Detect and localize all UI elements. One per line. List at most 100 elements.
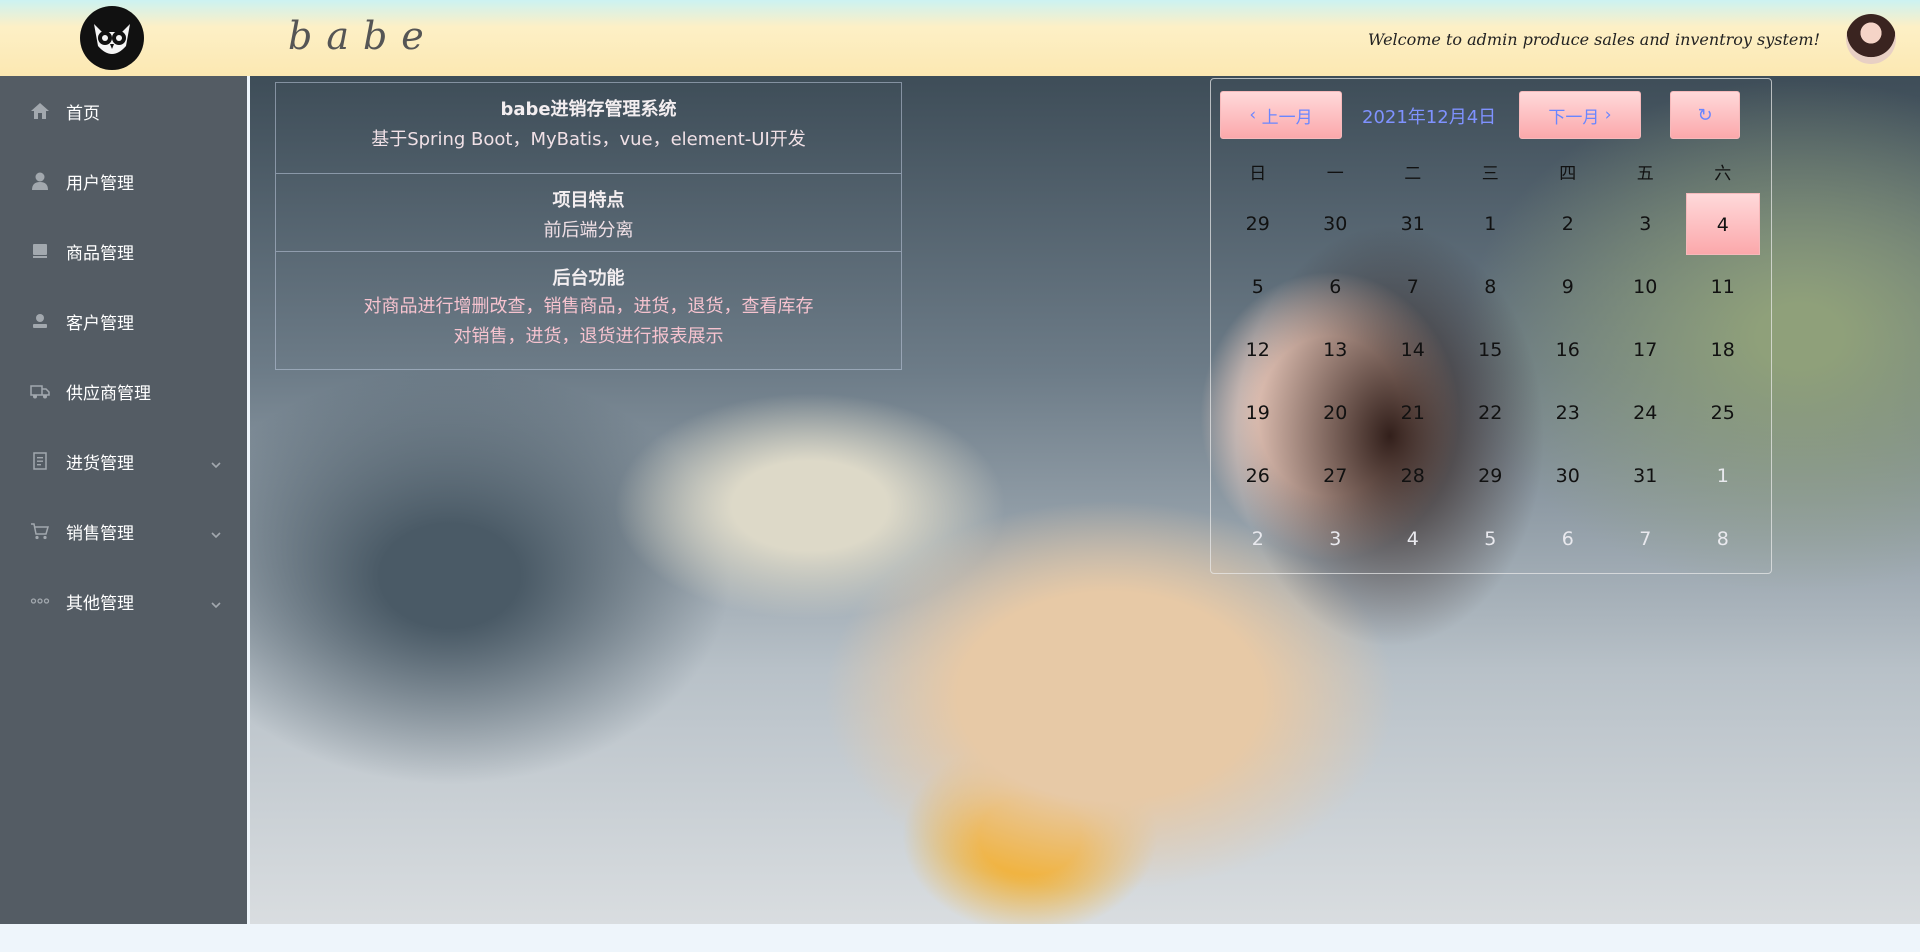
calendar-day-next-month[interactable]: 7 <box>1607 508 1685 571</box>
weekday-label: 四 <box>1559 164 1577 184</box>
calendar-day[interactable]: 12 <box>1219 319 1297 382</box>
calendar-day[interactable]: 5 <box>1219 256 1297 319</box>
calendar-day[interactable]: 7 <box>1374 256 1452 319</box>
sidebar-item-users[interactable]: 用户管理 <box>0 146 247 216</box>
next-month-button[interactable]: 下一月 › <box>1519 91 1641 139</box>
user-icon <box>30 171 50 191</box>
calendar-day[interactable]: 3 <box>1607 193 1685 256</box>
sidebar-item-customers[interactable]: 客户管理 <box>0 286 247 356</box>
calendar-day[interactable]: 1 <box>1452 193 1530 256</box>
customer-icon <box>30 311 50 331</box>
weekday-label: 五 <box>1636 164 1654 184</box>
chevron-down-icon <box>211 595 221 609</box>
calendar-day-next-month[interactable]: 3 <box>1297 508 1375 571</box>
calendar-week-row: 29 30 31 1 2 3 4 <box>1219 193 1762 256</box>
top-header: babe Welcome to admin produce sales and … <box>0 0 1920 76</box>
calendar-day[interactable]: 8 <box>1452 256 1530 319</box>
weekday-label: 三 <box>1481 164 1499 184</box>
weekday-header-row: 日 一 二 三 四 五 六 <box>1219 155 1762 193</box>
calendar: ‹ 上一月 2021年12月4日 下一月 › ↻ 日 一 二 三 四 五 六 2… <box>1210 78 1772 574</box>
goods-icon <box>30 241 50 261</box>
features-text: 前后端分离 <box>543 220 634 241</box>
calendar-day[interactable]: 31 <box>1374 193 1452 256</box>
refresh-icon: ↻ <box>1697 104 1713 126</box>
backend-heading: 后台功能 <box>552 268 625 289</box>
info-backend-row: 后台功能 对商品进行增删改查，销售商品，进货，退货，查看库存 对销售，进货，退货… <box>276 252 901 350</box>
document-icon <box>30 451 50 471</box>
calendar-day[interactable]: 22 <box>1452 382 1530 445</box>
calendar-day[interactable]: 9 <box>1529 256 1607 319</box>
sidebar-item-label: 客户管理 <box>66 313 134 334</box>
sidebar-item-label: 供应商管理 <box>66 383 151 404</box>
sidebar-item-label: 其他管理 <box>66 593 134 614</box>
calendar-header: ‹ 上一月 2021年12月4日 下一月 › ↻ <box>1220 91 1760 139</box>
info-intro-row: babe进销存管理系统 基于Spring Boot，MyBatis，vue，el… <box>276 83 901 174</box>
calendar-day[interactable]: 24 <box>1607 382 1685 445</box>
truck-icon <box>30 381 50 401</box>
info-features-row: 项目特点 前后端分离 <box>276 174 901 252</box>
sidebar-item-purchase[interactable]: 进货管理 <box>0 426 247 496</box>
sidebar-item-home[interactable]: 首页 <box>0 76 247 146</box>
calendar-day[interactable]: 20 <box>1297 382 1375 445</box>
calendar-week-row: 26 27 28 29 30 31 1 <box>1219 445 1762 508</box>
calendar-week-row: 19 20 21 22 23 24 25 <box>1219 382 1762 445</box>
calendar-day[interactable]: 10 <box>1607 256 1685 319</box>
calendar-day[interactable]: 25 <box>1684 382 1762 445</box>
calendar-day[interactable]: 17 <box>1607 319 1685 382</box>
user-avatar[interactable] <box>1846 14 1896 64</box>
calendar-day[interactable]: 19 <box>1219 382 1297 445</box>
calendar-day[interactable]: 28 <box>1374 445 1452 508</box>
main-content-background-photo: babe进销存管理系统 基于Spring Boot，MyBatis，vue，el… <box>250 76 1920 924</box>
calendar-week-row: 12 13 14 15 16 17 18 <box>1219 319 1762 382</box>
calendar-day[interactable]: 16 <box>1529 319 1607 382</box>
calendar-day[interactable]: 18 <box>1684 319 1762 382</box>
calendar-day-next-month[interactable]: 1 <box>1684 445 1762 508</box>
calendar-day[interactable]: 21 <box>1374 382 1452 445</box>
sidebar-item-sales[interactable]: 销售管理 <box>0 496 247 566</box>
features-heading: 项目特点 <box>552 190 625 211</box>
calendar-day[interactable]: 23 <box>1529 382 1607 445</box>
home-icon <box>30 101 50 121</box>
calendar-day-next-month[interactable]: 8 <box>1684 508 1762 571</box>
calendar-day-next-month[interactable]: 5 <box>1452 508 1530 571</box>
brand-title: babe <box>288 14 438 58</box>
welcome-message: Welcome to admin produce sales and inven… <box>1367 30 1820 49</box>
sidebar-item-label: 进货管理 <box>66 453 134 474</box>
calendar-day[interactable]: 13 <box>1297 319 1375 382</box>
refresh-button[interactable]: ↻ <box>1670 91 1740 139</box>
calendar-day[interactable]: 2 <box>1529 193 1607 256</box>
calendar-week-row: 2 3 4 5 6 7 8 <box>1219 508 1762 571</box>
sidebar-item-other[interactable]: 其他管理 <box>0 566 247 636</box>
sidebar-item-suppliers[interactable]: 供应商管理 <box>0 356 247 426</box>
calendar-day[interactable]: 29 <box>1219 193 1297 256</box>
chevron-down-icon <box>211 455 221 469</box>
owl-logo-icon <box>80 6 144 70</box>
cart-icon <box>30 521 50 541</box>
calendar-day[interactable]: 14 <box>1374 319 1452 382</box>
system-title: babe进销存管理系统 <box>500 99 677 120</box>
calendar-day[interactable]: 6 <box>1297 256 1375 319</box>
prev-month-button[interactable]: ‹ 上一月 <box>1220 91 1342 139</box>
chevron-left-icon: ‹ <box>1249 105 1262 125</box>
calendar-day[interactable]: 29 <box>1452 445 1530 508</box>
calendar-day[interactable]: 15 <box>1452 319 1530 382</box>
more-icon <box>30 591 50 611</box>
calendar-week-row: 5 6 7 8 9 10 11 <box>1219 256 1762 319</box>
calendar-date-title: 2021年12月4日 <box>1362 107 1497 128</box>
calendar-day-today[interactable]: 4 <box>1684 193 1762 256</box>
main-footer <box>250 924 1920 952</box>
calendar-day[interactable]: 30 <box>1529 445 1607 508</box>
calendar-day[interactable]: 27 <box>1297 445 1375 508</box>
calendar-day[interactable]: 26 <box>1219 445 1297 508</box>
calendar-day-next-month[interactable]: 2 <box>1219 508 1297 571</box>
calendar-day[interactable]: 11 <box>1684 256 1762 319</box>
tech-stack-text: 基于Spring Boot，MyBatis，vue，element-UI开发 <box>371 129 806 150</box>
calendar-day[interactable]: 31 <box>1607 445 1685 508</box>
calendar-day[interactable]: 30 <box>1297 193 1375 256</box>
calendar-day-next-month[interactable]: 4 <box>1374 508 1452 571</box>
sidebar-footer <box>0 924 247 952</box>
sidebar-item-label: 首页 <box>66 103 100 124</box>
sidebar-item-goods[interactable]: 商品管理 <box>0 216 247 286</box>
chevron-right-icon: › <box>1599 105 1612 125</box>
calendar-day-next-month[interactable]: 6 <box>1529 508 1607 571</box>
